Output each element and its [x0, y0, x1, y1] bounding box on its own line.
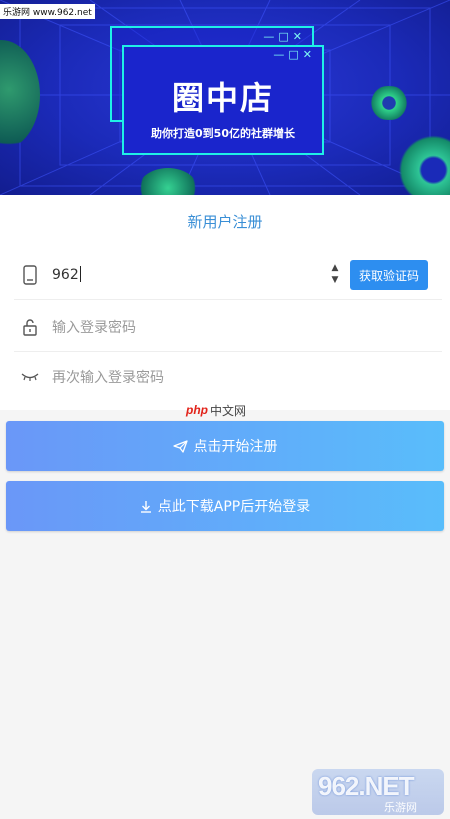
window-controls: —□✕: [273, 48, 316, 61]
phone-value: 962: [52, 267, 79, 283]
banner-title: 圈中店: [171, 79, 274, 117]
php-logo-mark: php: [186, 403, 208, 417]
number-spinner[interactable]: ▲ ▼: [327, 262, 343, 290]
banner-subtitle: 助你打造0到50亿的社群增长: [151, 127, 295, 140]
lock-icon: [14, 318, 46, 336]
php-logo-text: 中文网: [210, 403, 247, 418]
register-button[interactable]: 点击开始注册: [6, 421, 444, 471]
phone-row: 962 ▲ ▼ 获取验证码: [14, 250, 442, 300]
register-button-label: 点击开始注册: [193, 439, 278, 455]
banner: —□✕ —□✕ 圈中店 助你打造0到50亿的社群增长 乐游网 www.962.n…: [0, 0, 450, 195]
password-row: 输入登录密码: [14, 302, 442, 352]
green-orb-right: [366, 86, 412, 120]
password-input[interactable]: 输入登录密码: [46, 317, 316, 337]
phone-input[interactable]: 962: [46, 266, 316, 283]
download-button-label: 点此下载APP后开始登录: [157, 499, 311, 515]
phone-icon: [14, 264, 46, 285]
confirm-password-row: 再次输入登录密码: [14, 352, 442, 402]
send-code-button[interactable]: 获取验证码: [350, 260, 428, 290]
spin-down-icon[interactable]: ▼: [327, 274, 343, 286]
download-app-button[interactable]: 点此下载APP后开始登录: [6, 481, 444, 531]
spin-up-icon[interactable]: ▲: [327, 262, 343, 274]
banner-window-front: —□✕ 圈中店 助你打造0到50亿的社群增长: [122, 45, 324, 155]
watermark-top: 乐游网 www.962.net: [0, 4, 95, 19]
watermark-brand-sub: 乐游网: [384, 801, 417, 814]
form-title: 新用户注册: [187, 213, 263, 231]
text-caret: [79, 266, 81, 282]
confirm-password-input[interactable]: 再次输入登录密码: [46, 367, 316, 387]
eye-closed-icon: [14, 372, 46, 382]
window-controls: —□✕: [263, 30, 306, 43]
watermark-bottom-right: 962.NET 乐游网: [312, 769, 444, 815]
watermark-brand: 962.NET: [318, 771, 415, 801]
register-form: 新用户注册 962 ▲ ▼ 获取验证码 输入登录密码 再次输入登录密码: [0, 195, 450, 410]
download-icon: [140, 500, 152, 513]
php-logo-watermark: php 中文网: [186, 402, 246, 418]
send-icon: [172, 439, 188, 453]
